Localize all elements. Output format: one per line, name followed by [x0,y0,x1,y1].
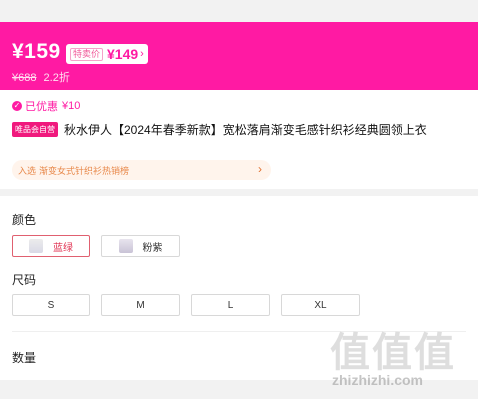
chevron-right-icon: › [140,48,144,60]
section-divider [0,189,478,196]
color-option-pink-purple[interactable]: 粉紫 [101,235,180,257]
color-option-blue-green[interactable]: 蓝绿 [12,235,90,257]
chevron-right-icon: › [258,162,262,176]
size-option-l[interactable]: L [191,294,270,316]
coupon-info: ✓ 已优惠 ¥10 [12,98,80,114]
original-price: ¥688 [12,72,37,84]
watermark-logo: 值值值 [330,331,456,375]
discount-rate: 2.2折 [43,72,70,84]
color-swatch-image [29,239,43,253]
color-label: 颜色 [12,213,37,227]
ranking-prefix: 入选 [18,165,37,176]
special-price-value: ¥149 [107,46,139,62]
ranking-bar[interactable]: 入选 渐变女式针织衫热销榜 › [12,160,271,180]
size-option-m[interactable]: M [101,294,180,316]
coupon-text: 已优惠 [25,101,58,113]
self-operated-badge: 唯品会自营 [12,122,58,137]
special-price-pill[interactable]: 特卖价 ¥149 › [66,44,148,64]
watermark-url: zhizhizhi.com [332,372,423,388]
color-option-label: 粉紫 [142,242,163,254]
product-title-row: 唯品会自营 秋水伊人【2024年春季新款】宽松落肩渐变毛感针织衫经典圆领上衣 [12,121,427,138]
coupon-value: ¥10 [62,100,81,112]
ranking-link: 渐变女式针织衫热销榜 [39,165,130,176]
quantity-label: 数量 [12,351,37,365]
price-banner: ¥159 特卖价 ¥149 › ¥688 2.2折 [0,22,478,90]
product-title: 秋水伊人【2024年春季新款】宽松落肩渐变毛感针织衫经典圆领上衣 [64,123,427,137]
color-swatch-image [118,239,133,253]
price-details: ¥688 2.2折 [12,69,70,85]
special-price-label: 特卖价 [70,47,104,61]
color-option-label: 蓝绿 [53,242,73,254]
size-option-xl[interactable]: XL [281,294,360,316]
current-price: ¥159 [12,40,61,63]
top-bar [0,0,478,22]
check-circle-icon: ✓ [12,101,22,111]
size-label: 尺码 [12,273,37,287]
size-option-s[interactable]: S [12,294,90,316]
